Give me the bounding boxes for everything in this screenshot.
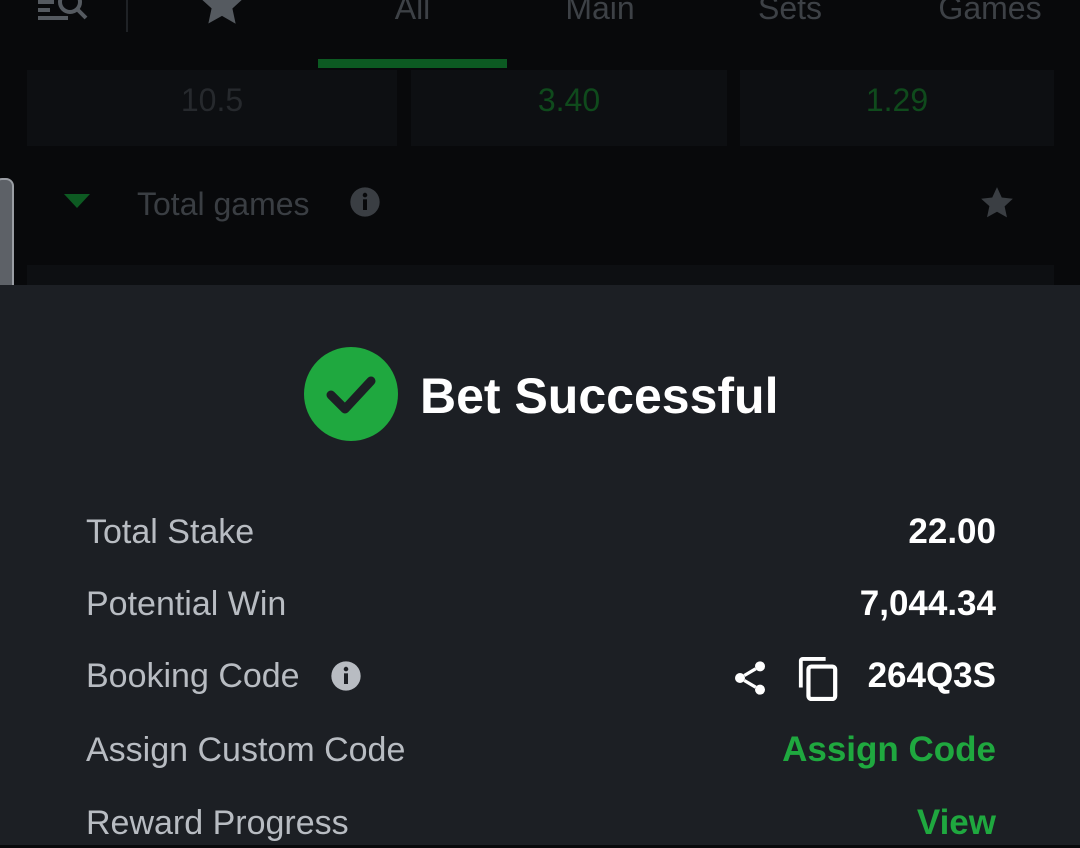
potential-win-label: Potential Win	[86, 585, 287, 623]
nav-divider	[126, 0, 128, 32]
search-menu-icon[interactable]	[36, 0, 90, 26]
caret-down-icon[interactable]	[64, 194, 90, 208]
view-reward-link[interactable]: View	[917, 798, 996, 848]
info-icon[interactable]	[330, 660, 362, 692]
odds-cell-over[interactable]: 3.40	[411, 70, 727, 146]
potential-win-value: 7,044.34	[859, 584, 996, 623]
tab-games[interactable]: Games	[900, 0, 1080, 28]
potential-win-row: Potential Win 7,044.34	[0, 579, 1080, 629]
total-stake-row: Total Stake 22.00	[0, 507, 1080, 557]
check-circle-icon	[304, 347, 398, 441]
background-page: All Main Sets Games 10.5 3.40 1.29 Total…	[0, 0, 1080, 285]
share-icon[interactable]	[730, 658, 770, 698]
booking-code-value: 264Q3S	[867, 656, 996, 695]
bet-success-title: Bet Successful	[420, 368, 779, 424]
tab-all[interactable]: All	[318, 0, 507, 28]
favorites-star-icon[interactable]	[196, 0, 248, 30]
assign-custom-code-row: Assign Custom Code Assign Code	[0, 725, 1080, 775]
market-content-strip	[27, 265, 1054, 285]
copy-icon[interactable]	[797, 655, 839, 701]
odds-cell-under[interactable]: 1.29	[740, 70, 1054, 146]
market-title[interactable]: Total games	[137, 184, 310, 224]
assign-custom-code-label: Assign Custom Code	[86, 731, 406, 769]
reward-progress-label: Reward Progress	[86, 804, 349, 842]
top-navigation: All Main Sets Games	[0, 0, 1080, 68]
market-star-icon[interactable]	[978, 184, 1016, 222]
info-icon[interactable]	[349, 186, 381, 218]
booking-code-row: Booking Code 264Q3S	[0, 651, 1080, 701]
reward-progress-row: Reward Progress View	[0, 798, 1080, 848]
booking-code-label: Booking Code	[86, 657, 300, 695]
assign-code-link[interactable]: Assign Code	[782, 725, 996, 775]
odds-cell-line[interactable]: 10.5	[27, 70, 397, 146]
total-stake-value: 22.00	[908, 512, 996, 551]
tab-main[interactable]: Main	[520, 0, 680, 28]
active-tab-indicator	[318, 59, 507, 68]
total-stake-label: Total Stake	[86, 513, 255, 551]
tab-sets[interactable]: Sets	[720, 0, 860, 28]
